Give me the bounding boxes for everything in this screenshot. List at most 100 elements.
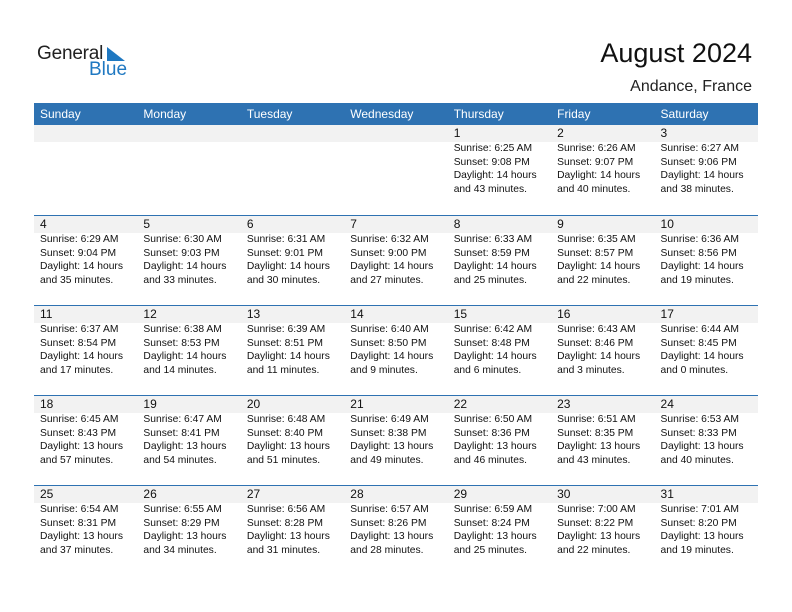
weeks-container: 1 Sunrise: 6:25 AM Sunset: 9:08 PM Daylight… bbox=[34, 125, 758, 575]
daylight-text: Daylight: 13 hours bbox=[350, 441, 434, 452]
daylight-text: Daylight: 13 hours bbox=[246, 531, 330, 542]
daylight-minutes-text: and 43 minutes. bbox=[453, 183, 527, 195]
day-cell: 21 Sunrise: 6:49 AM Sunset: 8:38 PM Dayligh… bbox=[344, 396, 447, 467]
daylight-minutes-text: and 22 minutes. bbox=[557, 274, 631, 286]
sunset-text: Sunset: 8:38 PM bbox=[350, 427, 427, 439]
daylight-text: Daylight: 13 hours bbox=[350, 531, 434, 542]
daylight-text: Daylight: 14 hours bbox=[453, 351, 537, 362]
week-row: 25 Sunrise: 6:54 AM Sunset: 8:31 PM Dayligh… bbox=[34, 485, 758, 575]
week-cells: 1 Sunrise: 6:25 AM Sunset: 9:08 PM Daylight… bbox=[34, 125, 758, 196]
daylight-minutes-text: and 57 minutes. bbox=[40, 454, 114, 466]
weekday-monday: Monday bbox=[143, 107, 187, 121]
day-number: 22 bbox=[453, 397, 468, 411]
day-number: 4 bbox=[40, 217, 47, 231]
daylight-minutes-text: and 46 minutes. bbox=[453, 454, 527, 466]
sunset-text: Sunset: 8:28 PM bbox=[246, 517, 323, 529]
sunrise-text: Sunrise: 6:59 AM bbox=[453, 504, 533, 515]
day-number: 21 bbox=[350, 397, 364, 411]
daylight-text: Daylight: 14 hours bbox=[557, 351, 641, 362]
week-row: 1 Sunrise: 6:25 AM Sunset: 9:08 PM Daylight… bbox=[34, 125, 758, 215]
sunset-text: Sunset: 8:59 PM bbox=[453, 247, 530, 259]
daylight-text: Daylight: 14 hours bbox=[557, 261, 641, 272]
day-cell: 24 Sunrise: 6:53 AM Sunset: 8:33 PM Dayligh… bbox=[655, 396, 758, 467]
daylight-text: Daylight: 14 hours bbox=[143, 261, 227, 272]
day-number: 28 bbox=[350, 487, 364, 501]
sunrise-text: Sunrise: 6:36 AM bbox=[660, 234, 739, 245]
calendar-grid: Sunday Monday Tuesday Wednesday Thursday… bbox=[34, 103, 758, 575]
daylight-minutes-text: and 14 minutes. bbox=[143, 364, 217, 376]
day-cell: 1 Sunrise: 6:25 AM Sunset: 9:08 PM Daylight… bbox=[448, 125, 551, 196]
location-label: Andance, France bbox=[630, 78, 752, 95]
sunrise-text: Sunrise: 6:45 AM bbox=[40, 414, 119, 425]
day-cell: 5 Sunrise: 6:30 AM Sunset: 9:03 PM Daylight… bbox=[137, 216, 240, 287]
day-cell: 30 Sunrise: 7:00 AM Sunset: 8:22 PM Dayligh… bbox=[551, 486, 654, 557]
daylight-text: Daylight: 14 hours bbox=[143, 351, 227, 362]
sunset-text: Sunset: 9:03 PM bbox=[143, 247, 220, 259]
day-cell: 17 Sunrise: 6:44 AM Sunset: 8:45 PM Dayligh… bbox=[655, 306, 758, 377]
daylight-text: Daylight: 13 hours bbox=[660, 531, 744, 542]
sunrise-text: Sunrise: 6:37 AM bbox=[40, 324, 119, 335]
sunset-text: Sunset: 8:40 PM bbox=[246, 427, 323, 439]
daylight-minutes-text: and 43 minutes. bbox=[557, 454, 631, 466]
daylight-minutes-text: and 34 minutes. bbox=[143, 544, 217, 556]
day-cell bbox=[34, 125, 137, 196]
daylight-minutes-text: and 25 minutes. bbox=[453, 544, 527, 556]
daylight-text: Daylight: 14 hours bbox=[350, 261, 434, 272]
day-number: 5 bbox=[143, 217, 151, 231]
day-number: 11 bbox=[40, 307, 53, 321]
weekday-sunday: Sunday bbox=[40, 107, 81, 121]
daylight-minutes-text: and 9 minutes. bbox=[350, 364, 418, 376]
day-cell bbox=[241, 125, 344, 196]
day-number: 14 bbox=[350, 307, 364, 321]
day-number: 6 bbox=[246, 217, 254, 231]
daylight-text: Daylight: 14 hours bbox=[660, 261, 744, 272]
day-cell: 19 Sunrise: 6:47 AM Sunset: 8:41 PM Dayligh… bbox=[137, 396, 240, 467]
sunset-text: Sunset: 8:50 PM bbox=[350, 337, 427, 349]
day-number: 23 bbox=[557, 397, 571, 411]
sunset-text: Sunset: 8:51 PM bbox=[246, 337, 323, 349]
day-number: 20 bbox=[246, 397, 261, 411]
daylight-text: Daylight: 13 hours bbox=[557, 531, 641, 542]
day-cell: 15 Sunrise: 6:42 AM Sunset: 8:48 PM Dayligh… bbox=[448, 306, 551, 377]
sunrise-text: Sunrise: 7:01 AM bbox=[660, 504, 739, 515]
sunset-text: Sunset: 9:04 PM bbox=[40, 247, 117, 259]
day-cell: 16 Sunrise: 6:43 AM Sunset: 8:46 PM Dayligh… bbox=[551, 306, 654, 377]
sunset-text: Sunset: 9:07 PM bbox=[557, 156, 634, 168]
day-number: 3 bbox=[660, 126, 668, 140]
week-cells: 4 Sunrise: 6:29 AM Sunset: 9:04 PM Daylight… bbox=[34, 216, 758, 287]
daylight-text: Daylight: 14 hours bbox=[40, 261, 123, 272]
sunrise-text: Sunrise: 6:50 AM bbox=[453, 414, 533, 425]
daylight-minutes-text: and 31 minutes. bbox=[246, 544, 321, 556]
daylight-minutes-text: and 3 minutes. bbox=[557, 364, 625, 376]
daylight-minutes-text: and 37 minutes. bbox=[40, 544, 114, 556]
sunrise-text: Sunrise: 6:40 AM bbox=[350, 324, 429, 335]
daylight-minutes-text: and 19 minutes. bbox=[660, 274, 734, 286]
daylight-minutes-text: and 0 minutes. bbox=[660, 364, 729, 376]
day-cell: 9 Sunrise: 6:35 AM Sunset: 8:57 PM Daylight… bbox=[551, 216, 654, 287]
sunset-text: Sunset: 9:08 PM bbox=[453, 156, 530, 168]
sunset-text: Sunset: 8:45 PM bbox=[660, 337, 737, 349]
weekday-header: Sunday Monday Tuesday Wednesday Thursday… bbox=[34, 103, 758, 125]
daylight-minutes-text: and 33 minutes. bbox=[143, 274, 217, 286]
daylight-minutes-text: and 25 minutes. bbox=[453, 274, 527, 286]
day-number: 26 bbox=[143, 487, 157, 501]
daylight-minutes-text: and 19 minutes. bbox=[660, 544, 734, 556]
daylight-text: Daylight: 14 hours bbox=[350, 351, 434, 362]
day-cell: 28 Sunrise: 6:57 AM Sunset: 8:26 PM Dayligh… bbox=[344, 486, 447, 557]
daylight-text: Daylight: 14 hours bbox=[453, 261, 537, 272]
sunset-text: Sunset: 8:29 PM bbox=[143, 517, 220, 529]
daylight-text: Daylight: 14 hours bbox=[246, 261, 330, 272]
sunset-text: Sunset: 8:33 PM bbox=[660, 427, 737, 439]
sunrise-text: Sunrise: 6:25 AM bbox=[453, 143, 533, 154]
day-number: 16 bbox=[557, 307, 571, 321]
daylight-text: Daylight: 14 hours bbox=[246, 351, 330, 362]
day-cell: 26 Sunrise: 6:55 AM Sunset: 8:29 PM Dayligh… bbox=[137, 486, 240, 557]
daylight-minutes-text: and 6 minutes. bbox=[453, 364, 522, 376]
sunrise-text: Sunrise: 6:44 AM bbox=[660, 324, 739, 335]
day-number bbox=[247, 125, 344, 142]
weekday-thursday: Thursday bbox=[453, 107, 504, 121]
daylight-text: Daylight: 14 hours bbox=[660, 351, 744, 362]
sunrise-text: Sunrise: 6:43 AM bbox=[557, 324, 636, 335]
sunset-text: Sunset: 8:53 PM bbox=[143, 337, 220, 349]
daylight-minutes-text: and 51 minutes. bbox=[246, 454, 321, 466]
